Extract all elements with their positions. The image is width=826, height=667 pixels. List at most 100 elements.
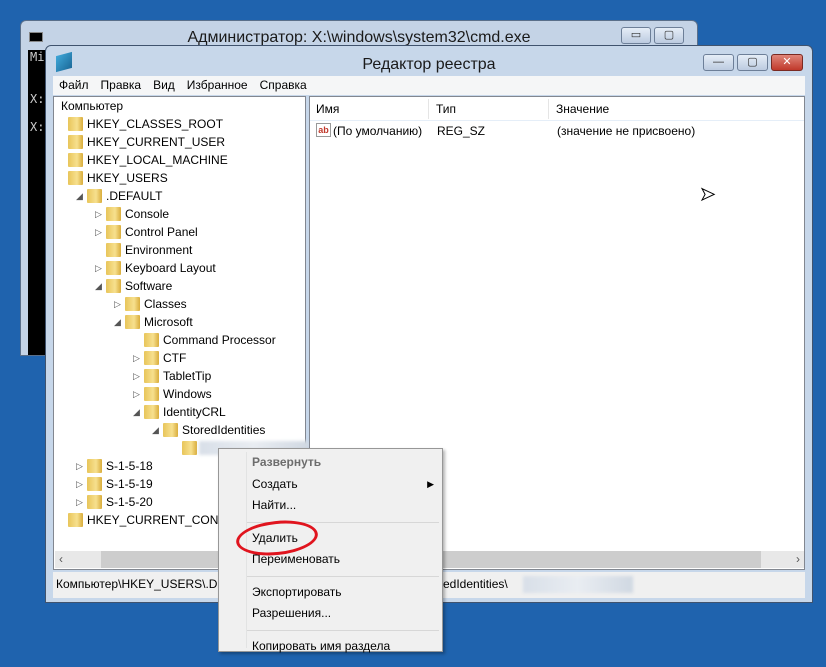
folder-icon	[144, 369, 159, 383]
value-name: (По умолчанию)	[333, 124, 423, 138]
collapse-arrow-icon[interactable]: ◢	[133, 403, 140, 421]
folder-icon	[87, 189, 102, 203]
tree-node[interactable]: Command Processor	[54, 331, 304, 349]
scroll-left-icon[interactable]: ‹	[59, 552, 63, 566]
tree-node[interactable]: ▷ Classes	[54, 295, 304, 313]
folder-icon	[106, 207, 121, 221]
folder-icon	[144, 351, 159, 365]
tree-node[interactable]: HKEY_LOCAL_MACHINE	[54, 151, 304, 169]
folder-icon	[144, 405, 159, 419]
tree-node[interactable]: Environment	[54, 241, 304, 259]
tree-node[interactable]: ◢ IdentityCRL	[54, 403, 304, 421]
context-menu-item[interactable]: Найти...	[252, 495, 434, 515]
folder-icon	[68, 153, 83, 167]
folder-icon	[68, 135, 83, 149]
folder-icon	[182, 441, 197, 455]
menu-item-label: Развернуть	[252, 455, 322, 469]
collapse-arrow-icon[interactable]: ◢	[76, 187, 83, 205]
expand-arrow-icon[interactable]: ▷	[133, 367, 140, 385]
expand-arrow-icon[interactable]: ▷	[76, 457, 83, 475]
menu-item-label: Разрешения...	[252, 606, 332, 620]
tree-node-label: Environment	[125, 243, 193, 257]
column-header-value[interactable]: Значение	[549, 99, 799, 119]
tree-node[interactable]: ▷ Console	[54, 205, 304, 223]
tree-node-label: Microsoft	[144, 315, 193, 329]
tree-node[interactable]: HKEY_USERS	[54, 169, 304, 187]
value-data: (значение не присвоено)	[557, 124, 696, 138]
context-menu-item[interactable]: Создать ▶	[252, 474, 434, 494]
tree-node[interactable]: ◢ .DEFAULT	[54, 187, 304, 205]
context-menu-item: Развернуть	[252, 452, 434, 472]
minimize-button[interactable]: —	[703, 54, 734, 71]
maximize-button[interactable]: ▢	[737, 54, 768, 71]
expand-arrow-icon[interactable]: ▷	[76, 475, 83, 493]
tree-node-label: Classes	[144, 297, 187, 311]
tree-node-label: Console	[125, 207, 170, 221]
value-row[interactable]: ab (По умолчанию) REG_SZ (значение не пр…	[310, 122, 804, 140]
menu-file[interactable]: Файл	[53, 76, 95, 95]
menu-help[interactable]: Справка	[254, 76, 313, 95]
tree-node[interactable]: HKEY_CLASSES_ROOT	[54, 115, 304, 133]
tree-node-label: HKEY_LOCAL_MACHINE	[87, 153, 228, 167]
cmd-maximize-button[interactable]: ▢	[654, 27, 684, 44]
expand-arrow-icon[interactable]: ▷	[76, 493, 83, 511]
status-path-start: Компьютер\HKEY_USERS\.DEF	[56, 577, 233, 591]
expand-arrow-icon[interactable]: ▷	[95, 205, 102, 223]
folder-icon	[163, 423, 178, 437]
expand-arrow-icon[interactable]: ▷	[95, 259, 102, 277]
collapse-arrow-icon[interactable]: ◢	[152, 421, 159, 439]
tree-node[interactable]: ▷ CTF	[54, 349, 304, 367]
folder-icon	[68, 513, 83, 527]
column-header-name[interactable]: Имя	[310, 99, 429, 119]
tree-node-label: Software	[125, 279, 173, 293]
tree-node-label: TabletTip	[163, 369, 212, 383]
tree-node-label: HKEY_CURRENT_CONFIG	[87, 513, 239, 527]
tree-node[interactable]: ▷ TabletTip	[54, 367, 304, 385]
folder-icon	[106, 225, 121, 239]
folder-icon	[68, 117, 83, 131]
tree-node-label: S-1-5-18	[106, 459, 153, 473]
menu-separator	[247, 629, 439, 631]
menu-bar: Файл Правка Вид Избранное Справка	[53, 76, 805, 95]
tree-node[interactable]: ▷ Windows	[54, 385, 304, 403]
tree-node[interactable]: ◢ StoredIdentities	[54, 421, 304, 439]
folder-icon	[144, 387, 159, 401]
menu-view[interactable]: Вид	[147, 76, 181, 95]
tree-node[interactable]: HKEY_CURRENT_USER	[54, 133, 304, 151]
tree-node-label: CTF	[163, 351, 187, 365]
tree-node-label: HKEY_CURRENT_USER	[87, 135, 226, 149]
menu-item-label: Копировать имя раздела	[252, 638, 391, 653]
tree-node-label: Command Processor	[163, 333, 276, 347]
window-title: Редактор реестра	[362, 56, 496, 73]
expand-arrow-icon[interactable]: ▷	[114, 295, 121, 313]
folder-icon	[87, 495, 102, 509]
string-value-icon: ab	[316, 123, 331, 137]
context-menu-item[interactable]: Копировать имя раздела	[252, 636, 434, 656]
column-header-type[interactable]: Тип	[429, 99, 549, 119]
scroll-right-icon[interactable]: ›	[796, 552, 800, 566]
status-blurred-key	[523, 576, 633, 593]
mouse-cursor-icon: ➤	[699, 184, 716, 205]
context-menu-item[interactable]: Экспортировать	[252, 582, 434, 602]
tree-node[interactable]: ▷ Control Panel	[54, 223, 304, 241]
tree-node[interactable]: ◢ Microsoft	[54, 313, 304, 331]
menu-edit[interactable]: Правка	[95, 76, 148, 95]
context-menu-item[interactable]: Разрешения...	[252, 603, 434, 623]
expand-arrow-icon[interactable]: ▷	[133, 385, 140, 403]
expand-arrow-icon[interactable]: ▷	[95, 223, 102, 241]
tree-node-label: S-1-5-20	[106, 495, 153, 509]
tree-node-label: Keyboard Layout	[125, 261, 216, 275]
tree-node[interactable]: ▷ Keyboard Layout	[54, 259, 304, 277]
tree-node[interactable]: ◢ Software	[54, 277, 304, 295]
collapse-arrow-icon[interactable]: ◢	[95, 277, 102, 295]
cmd-minimize-button[interactable]: ▭	[621, 27, 651, 44]
close-button[interactable]: ✕	[771, 54, 803, 71]
folder-icon	[68, 171, 83, 185]
tree-node[interactable]: Компьютер	[54, 97, 304, 115]
expand-arrow-icon[interactable]: ▷	[133, 349, 140, 367]
menu-item-label: Найти...	[252, 498, 297, 512]
folder-icon	[106, 243, 121, 257]
folder-icon	[144, 333, 159, 347]
collapse-arrow-icon[interactable]: ◢	[114, 313, 121, 331]
menu-favorites[interactable]: Избранное	[181, 76, 254, 95]
